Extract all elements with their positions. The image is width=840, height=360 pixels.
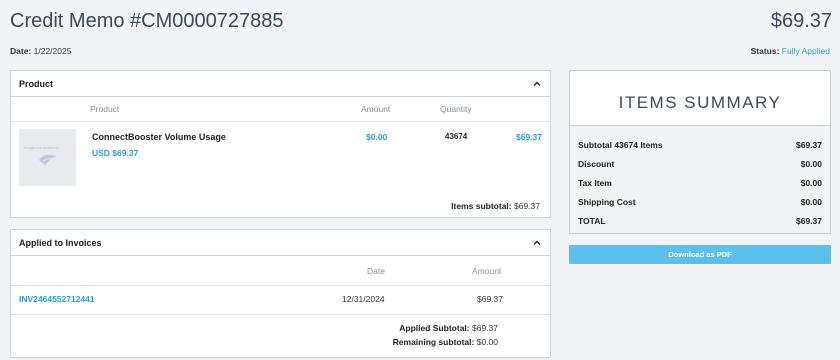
- divider: [11, 314, 550, 315]
- applied-subtotal-value: $69.37: [472, 323, 498, 333]
- download-pdf-button[interactable]: Download as PDF: [569, 245, 831, 264]
- summary-label: Subtotal 43674 Items: [578, 140, 663, 150]
- product-image: Image not available: [19, 129, 76, 186]
- status-label: Status:: [750, 46, 780, 56]
- product-card-header[interactable]: Product: [11, 71, 550, 97]
- invoice-link[interactable]: INV2464552712441: [19, 294, 95, 304]
- summary-value: $69.37: [796, 140, 822, 150]
- status-value: Fully Applied: [781, 46, 830, 56]
- remaining-subtotal-label: Remaining subtotal:: [392, 337, 475, 347]
- product-quantity: 43674: [445, 132, 468, 141]
- items-subtotal-value: $69.37: [514, 201, 540, 211]
- summary-value: $0.00: [800, 159, 822, 169]
- items-subtotal-label: Items subtotal:: [451, 201, 512, 211]
- items-subtotal: Items subtotal: $69.37: [451, 201, 540, 211]
- invoices-card-header[interactable]: Applied to Invoices: [11, 230, 550, 256]
- invoice-date: 12/31/2024: [342, 294, 385, 304]
- invoices-card: Applied to Invoices Date Amount INV24645…: [10, 229, 551, 358]
- date-label: Date:: [10, 46, 32, 56]
- items-summary-title: ITEMS SUMMARY: [618, 93, 782, 112]
- summary-label: Shipping Cost: [578, 197, 636, 207]
- product-card-title: Product: [19, 79, 54, 89]
- summary-row-discount: Discount $0.00: [578, 159, 822, 169]
- product-placeholder-icon: [37, 153, 59, 172]
- image-caption: Image not available: [24, 145, 59, 150]
- header-total: $69.37: [770, 10, 832, 32]
- date-row: Date: 1/22/2025: [10, 46, 71, 56]
- chevron-up-icon[interactable]: [533, 239, 541, 247]
- applied-subtotal: Applied Subtotal: $69.37: [399, 323, 498, 333]
- column-header-date: Date: [367, 266, 385, 276]
- applied-subtotal-label: Applied Subtotal:: [399, 323, 470, 333]
- product-price: USD $69.37: [92, 148, 139, 158]
- items-summary-header: ITEMS SUMMARY: [570, 71, 830, 126]
- divider: [11, 285, 550, 286]
- column-header-product: Product: [90, 104, 120, 114]
- summary-row-shipping: Shipping Cost $0.00: [578, 197, 822, 207]
- chevron-up-icon[interactable]: [533, 80, 541, 88]
- summary-row-tax: Tax Item $0.00: [578, 178, 822, 188]
- invoices-card-title: Applied to Invoices: [19, 238, 102, 248]
- column-header-amount: Amount: [472, 266, 502, 276]
- summary-row-subtotal: Subtotal 43674 Items $69.37: [578, 140, 822, 150]
- remaining-subtotal-value: $0.00: [476, 337, 498, 347]
- divider: [11, 121, 550, 122]
- summary-label: Tax Item: [578, 178, 612, 188]
- summary-label: TOTAL: [578, 216, 606, 226]
- product-name: ConnectBooster Volume Usage: [92, 132, 226, 142]
- remaining-subtotal: Remaining subtotal: $0.00: [393, 337, 498, 347]
- invoice-amount: $69.37: [477, 294, 503, 304]
- column-header-amount: Amount: [361, 104, 391, 114]
- product-amount: $0.00: [366, 132, 388, 142]
- summary-value: $69.37: [796, 216, 822, 226]
- summary-row-total: TOTAL $69.37: [578, 216, 822, 226]
- date-value: 1/22/2025: [33, 46, 72, 56]
- items-summary-card: ITEMS SUMMARY Subtotal 43674 Items $69.3…: [569, 70, 831, 234]
- status-row: Status: Fully Applied: [751, 46, 830, 56]
- product-card: Product Product Amount Quantity Image no…: [10, 70, 551, 218]
- summary-value: $0.00: [800, 197, 822, 207]
- summary-label: Discount: [578, 159, 615, 169]
- summary-value: $0.00: [800, 178, 822, 188]
- product-line-total: $69.37: [516, 132, 542, 142]
- column-header-quantity: Quantity: [440, 104, 472, 114]
- page-title: Credit Memo #CM0000727885: [10, 10, 284, 32]
